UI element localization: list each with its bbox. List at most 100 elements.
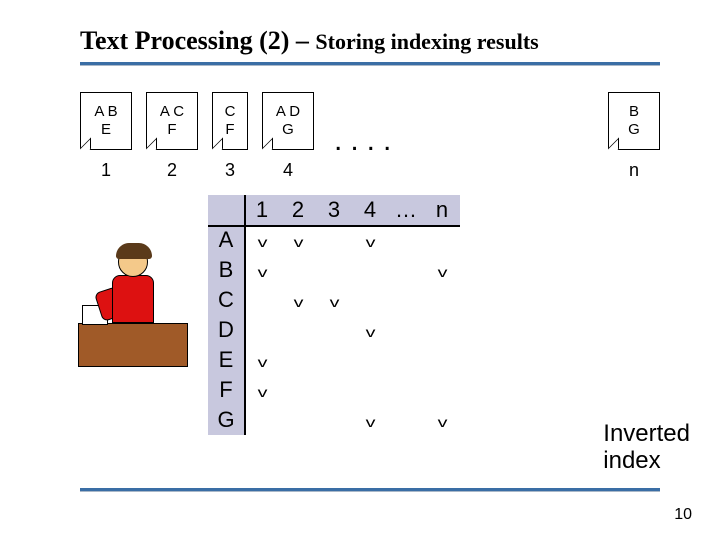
doc-label-4: 4: [283, 160, 293, 181]
check-icon: v: [329, 294, 339, 310]
doc-line: F: [213, 121, 247, 139]
title-main: Text Processing (2): [80, 26, 289, 55]
matrix-col-header: 2: [280, 195, 316, 225]
doc-line: G: [609, 121, 659, 139]
matrix-cell: [424, 315, 460, 345]
doc-label-1: 1: [101, 160, 111, 181]
matrix-row-header: D: [208, 315, 244, 345]
matrix-cell: v: [424, 405, 460, 435]
check-icon: v: [257, 264, 267, 280]
matrix-cell: v: [244, 375, 280, 405]
matrix-col-header: …: [388, 195, 424, 225]
matrix-row-header: B: [208, 255, 244, 285]
matrix-cell: v: [244, 225, 280, 255]
check-icon: v: [293, 294, 303, 310]
document-2: A C F: [146, 92, 198, 150]
matrix-cell: [244, 405, 280, 435]
divider-top: [80, 62, 660, 66]
matrix-cell: [316, 375, 352, 405]
matrix-cell: [316, 315, 352, 345]
check-icon: v: [257, 354, 267, 370]
inverted-index-label: Inverted index: [603, 421, 690, 474]
matrix-cell: [424, 345, 460, 375]
matrix-row-header: C: [208, 285, 244, 315]
matrix-cell: [388, 345, 424, 375]
matrix-cell: [280, 375, 316, 405]
page-number: 10: [674, 506, 692, 524]
matrix-cell: [388, 255, 424, 285]
matrix-cell: v: [352, 405, 388, 435]
matrix-cell: [316, 345, 352, 375]
matrix-cell: [352, 255, 388, 285]
check-icon: v: [257, 384, 267, 400]
doc-line: B: [609, 103, 659, 121]
doc-label-n: n: [629, 160, 639, 181]
doc-line: A C: [147, 103, 197, 121]
matrix-col-header: n: [424, 195, 460, 225]
matrix-cell: [388, 405, 424, 435]
matrix-cell: [352, 375, 388, 405]
doc-line: C: [213, 103, 247, 121]
matrix-cell: v: [352, 225, 388, 255]
title-sub: Storing indexing results: [315, 29, 538, 54]
matrix-cell: [424, 285, 460, 315]
document-n: B G: [608, 92, 660, 150]
label-line: index: [603, 448, 690, 474]
check-icon: v: [365, 234, 375, 250]
matrix-cell: [280, 345, 316, 375]
matrix-cell: v: [280, 285, 316, 315]
title-sep: –: [289, 26, 315, 55]
matrix-row-header: E: [208, 345, 244, 375]
doc-line: A B: [81, 103, 131, 121]
document-4: A D G: [262, 92, 314, 150]
document-3: C F: [212, 92, 248, 150]
matrix-cell: [388, 225, 424, 255]
check-icon: v: [365, 414, 375, 430]
matrix-cell: [316, 225, 352, 255]
matrix-cell: [352, 345, 388, 375]
divider-bottom: [80, 488, 660, 492]
matrix-corner: [208, 195, 244, 225]
check-icon: v: [293, 234, 303, 250]
matrix-col-header: 3: [316, 195, 352, 225]
doc-line: G: [263, 121, 313, 139]
matrix-cell: [388, 375, 424, 405]
matrix-cell: v: [244, 345, 280, 375]
matrix-cell: [280, 405, 316, 435]
doc-label-3: 3: [225, 160, 235, 181]
inverted-index-matrix: 1234…nAvvvBvvCvvDvEvFvGvv: [208, 195, 460, 435]
check-icon: v: [365, 324, 375, 340]
matrix-cell: [388, 315, 424, 345]
ellipsis-icon: ....: [334, 124, 399, 158]
matrix-row-header: G: [208, 405, 244, 435]
check-icon: v: [437, 264, 447, 280]
matrix-cell: [316, 405, 352, 435]
label-line: Inverted: [603, 421, 690, 447]
matrix-cell: [316, 255, 352, 285]
doc-label-2: 2: [167, 160, 177, 181]
matrix-cell: [280, 315, 316, 345]
matrix-cell: [424, 225, 460, 255]
slide-title: Text Processing (2) – Storing indexing r…: [80, 26, 660, 56]
matrix-cell: v: [352, 315, 388, 345]
matrix-cell: [280, 255, 316, 285]
doc-line: E: [81, 121, 131, 139]
matrix-cell: v: [280, 225, 316, 255]
person-writing-clipart: [74, 227, 194, 367]
document-1: A B E: [80, 92, 132, 150]
doc-line: F: [147, 121, 197, 139]
doc-line: A D: [263, 103, 313, 121]
documents-row: A B E 1 A C F 2 C F 3 A D G 4: [80, 92, 660, 181]
matrix-cell: v: [316, 285, 352, 315]
matrix-cell: [244, 315, 280, 345]
matrix-row-header: F: [208, 375, 244, 405]
matrix-cell: [244, 285, 280, 315]
matrix-col-header: 4: [352, 195, 388, 225]
matrix-cell: [352, 285, 388, 315]
matrix-row-header: A: [208, 225, 244, 255]
check-icon: v: [437, 414, 447, 430]
matrix-cell: [424, 375, 460, 405]
matrix-col-header: 1: [244, 195, 280, 225]
check-icon: v: [257, 234, 267, 250]
matrix-cell: v: [424, 255, 460, 285]
